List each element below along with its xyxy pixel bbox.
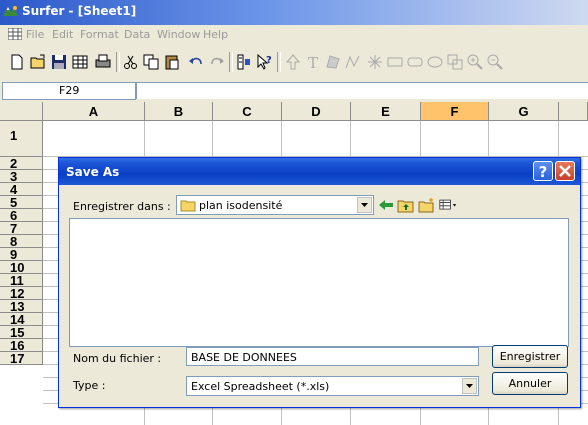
help-button[interactable]: ?	[533, 161, 553, 181]
open-folder-icon[interactable]	[29, 53, 47, 71]
column-header-f[interactable]: F	[421, 102, 489, 121]
file-list[interactable]	[69, 218, 569, 347]
menu-window[interactable]: Window	[157, 28, 200, 41]
formula-bar: F29	[0, 80, 588, 102]
save-as-dialog: Save As ? Enregistrer dans : plan isoden…	[58, 157, 581, 408]
zoom-in-icon[interactable]	[466, 53, 484, 71]
close-icon	[559, 165, 571, 177]
redo-icon[interactable]	[208, 53, 226, 71]
row-header[interactable]: 17	[0, 352, 43, 365]
text-tool-icon[interactable]: T	[304, 53, 322, 71]
print-icon[interactable]	[94, 53, 112, 71]
toolbar-separator	[277, 52, 281, 72]
new-document-icon[interactable]	[8, 53, 26, 71]
file-type-select[interactable]: Excel Spreadsheet (*.xls)	[186, 376, 479, 396]
formula-input[interactable]	[136, 82, 588, 99]
column-header-h[interactable]	[559, 102, 588, 121]
menu-bar: File Edit Format Data Window Help	[0, 25, 588, 44]
surfer-app-icon	[3, 6, 18, 16]
row-header[interactable]: 8	[0, 235, 43, 248]
cut-scissors-icon[interactable]	[122, 53, 140, 71]
view-menu-icon[interactable]	[439, 197, 457, 213]
row-header[interactable]: 6	[0, 209, 43, 222]
ellipse-tool-icon[interactable]	[426, 53, 444, 71]
arrow-up-icon[interactable]	[284, 53, 302, 71]
copy-icon[interactable]	[142, 53, 160, 71]
new-folder-icon[interactable]	[418, 197, 436, 213]
app-titlebar: Surfer - [Sheet1]	[0, 0, 588, 25]
symbol-tool-icon[interactable]	[366, 53, 384, 71]
file-type-dropdown-button[interactable]	[462, 378, 477, 394]
row-header[interactable]: 5	[0, 196, 43, 209]
type-label: Type :	[73, 379, 106, 392]
column-header-e[interactable]: E	[351, 102, 421, 121]
up-one-level-icon[interactable]	[397, 197, 415, 213]
sheet-document-icon[interactable]	[8, 28, 22, 40]
column-header-g[interactable]: G	[489, 102, 559, 121]
column-header-c[interactable]: C	[213, 102, 282, 121]
menu-format[interactable]: Format	[80, 28, 119, 41]
back-arrow-icon[interactable]	[377, 197, 395, 213]
context-help-icon[interactable]: ?	[255, 53, 273, 71]
polygon-tool-icon[interactable]	[324, 53, 342, 71]
save-in-label: Enregistrer dans :	[73, 200, 171, 213]
polyline-tool-icon[interactable]	[344, 53, 362, 71]
row-header[interactable]: 7	[0, 222, 43, 235]
folder-icon	[180, 200, 196, 212]
filename-value: BASE DE DONNEES	[191, 351, 297, 364]
row-header[interactable]: 2	[0, 157, 43, 170]
row-header[interactable]: 1	[0, 121, 43, 157]
save-disk-icon[interactable]	[50, 53, 68, 71]
worksheet-icon[interactable]	[71, 53, 89, 71]
save-in-dropdown-button[interactable]	[357, 197, 372, 213]
zoom-out-icon[interactable]	[486, 53, 504, 71]
paste-clipboard-icon[interactable]	[163, 53, 181, 71]
column-header-d[interactable]: D	[282, 102, 351, 121]
menu-edit[interactable]: Edit	[52, 28, 73, 41]
dialog-title: Save As	[66, 165, 120, 179]
svg-text:T: T	[308, 54, 318, 71]
save-in-combo[interactable]: plan isodensité	[176, 195, 374, 215]
toolbar-separator	[229, 52, 233, 72]
group-objects-icon[interactable]	[446, 53, 464, 71]
cell-reference-box[interactable]: F29	[2, 82, 136, 100]
rectangle-tool-icon[interactable]	[386, 53, 404, 71]
column-header-a[interactable]: A	[43, 102, 145, 121]
window-title: Surfer - [Sheet1]	[22, 4, 137, 18]
close-button[interactable]	[555, 161, 575, 181]
menu-file[interactable]: File	[26, 28, 44, 41]
menu-data[interactable]: Data	[124, 28, 150, 41]
rounded-rectangle-tool-icon[interactable]	[406, 53, 424, 71]
save-button[interactable]: Enregistrer	[492, 345, 568, 368]
toolbar-separator	[116, 52, 120, 72]
row-header[interactable]: 4	[0, 183, 43, 196]
row-header[interactable]: 3	[0, 170, 43, 183]
column-header-b[interactable]: B	[145, 102, 213, 121]
filename-label: Nom du fichier :	[73, 352, 162, 365]
select-all-corner[interactable]	[0, 102, 43, 121]
menu-help[interactable]: Help	[203, 28, 228, 41]
svg-text:?: ?	[266, 55, 272, 66]
properties-icon[interactable]	[235, 53, 253, 71]
file-type-value: Excel Spreadsheet (*.xls)	[191, 380, 330, 393]
toolbar: ? T	[0, 44, 588, 80]
cancel-button[interactable]: Annuler	[492, 372, 568, 395]
dialog-titlebar[interactable]: Save As ?	[59, 158, 580, 185]
filename-input[interactable]: BASE DE DONNEES	[186, 347, 479, 366]
chevron-down-icon	[466, 384, 473, 388]
save-in-value: plan isodensité	[199, 199, 283, 212]
undo-icon[interactable]	[187, 53, 205, 71]
chevron-down-icon	[361, 203, 368, 207]
